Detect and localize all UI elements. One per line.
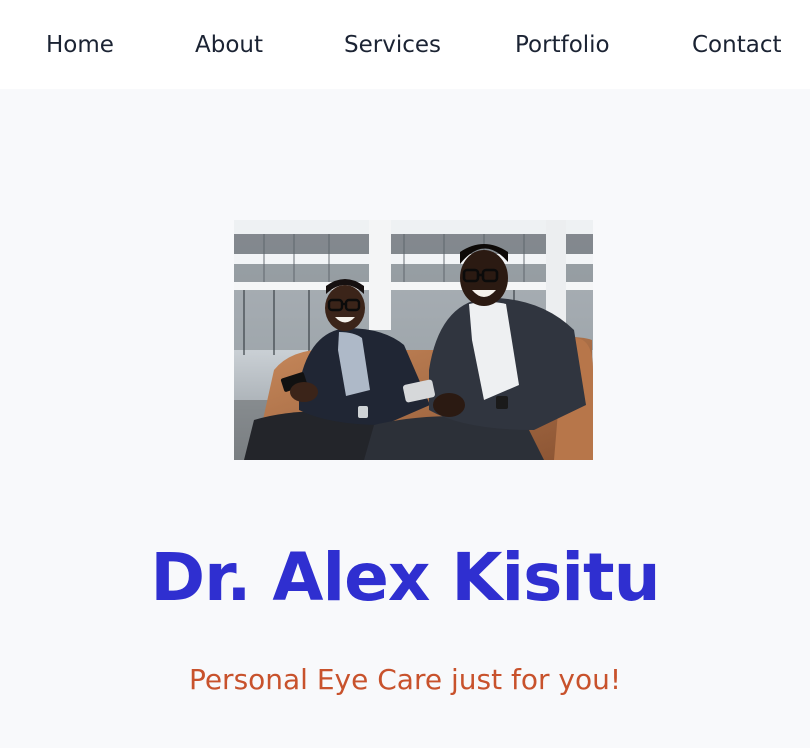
nav-link-contact[interactable]: Contact: [692, 30, 781, 60]
tagline: Personal Eye Care just for you!: [188, 663, 622, 696]
nav-link-about[interactable]: About: [195, 30, 263, 60]
nav-link-home[interactable]: Home: [46, 30, 114, 60]
hero-section: Dr. Alex Kisitu Personal Eye Care just f…: [0, 89, 810, 748]
nav-link-services[interactable]: Services: [344, 30, 441, 60]
nav-link-portfolio[interactable]: Portfolio: [515, 30, 610, 60]
top-navbar: Home About Services Portfolio Contact: [0, 0, 810, 89]
hero-photo: [234, 220, 593, 460]
doctor-name: Dr. Alex Kisitu: [150, 539, 660, 616]
